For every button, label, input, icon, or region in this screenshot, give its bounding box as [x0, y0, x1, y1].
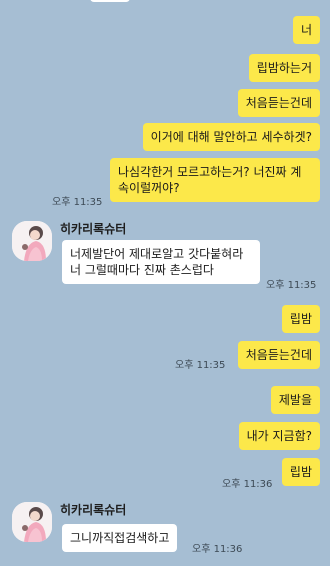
my-message-bubble[interactable]: 제발을	[270, 386, 320, 414]
message-timestamp: 오후 11:36	[192, 544, 243, 555]
avatar-image	[12, 221, 52, 261]
message-timestamp: 오후 11:35	[266, 280, 317, 291]
my-message-bubble[interactable]: 처음듣는건데	[237, 89, 320, 117]
my-message-bubble[interactable]: 립밤하는거	[248, 54, 320, 82]
sender-name: 히카리록슈터	[60, 503, 127, 517]
avatar-image	[12, 502, 52, 542]
message-timestamp: 오후 11:36	[222, 479, 273, 490]
avatar[interactable]	[12, 502, 52, 542]
sender-name: 히카리록슈터	[60, 222, 127, 236]
their-message-bubble[interactable]: 너제발단어 제대로알고 갓다붙혀라 너 그럴때마다 진짜 촌스럽다	[62, 240, 260, 284]
message-timestamp: 오후 11:35	[175, 360, 226, 371]
previous-bubble-edge	[90, 0, 130, 2]
my-message-bubble[interactable]: 나심각한거 모르고하는거? 너진짜 계속이럴꺼야?	[110, 158, 320, 202]
my-message-bubble[interactable]: 너	[292, 16, 320, 44]
my-message-bubble[interactable]: 처음듣는건데	[237, 341, 320, 369]
message-timestamp: 오후 11:35	[52, 197, 103, 208]
their-message-bubble[interactable]: 그니까직접검색하고	[62, 524, 178, 552]
my-message-bubble[interactable]: 립밤	[281, 305, 320, 333]
avatar[interactable]	[12, 221, 52, 261]
my-message-bubble[interactable]: 립밤	[281, 458, 320, 486]
my-message-bubble[interactable]: 이거에 대해 말안하고 세수하겟?	[142, 123, 320, 151]
my-message-bubble[interactable]: 내가 지금함?	[238, 422, 320, 450]
